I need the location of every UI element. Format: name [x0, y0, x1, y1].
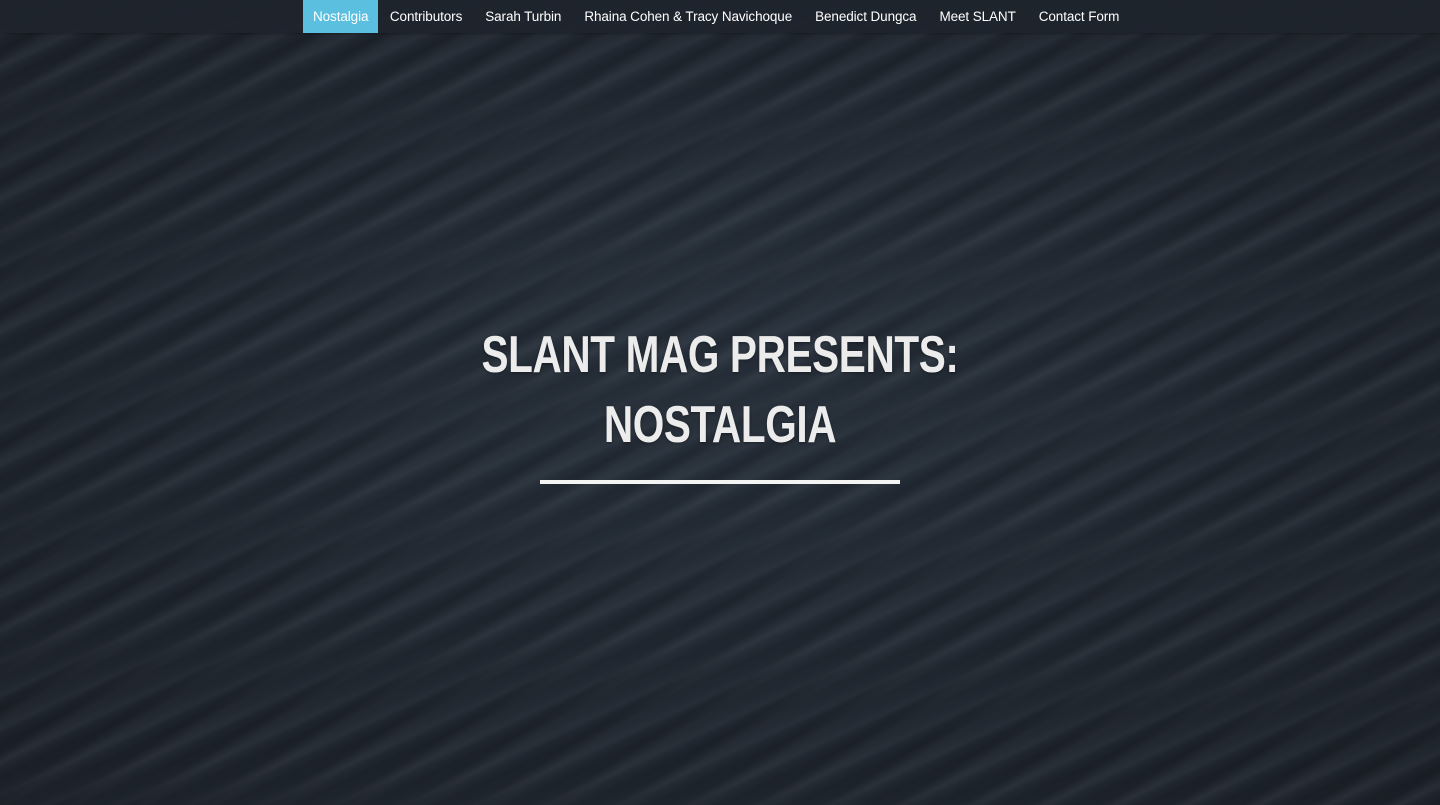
top-navigation-bar: Nostalgia Contributors Sarah Turbin Rhai… — [0, 0, 1440, 33]
nav-menu: Nostalgia Contributors Sarah Turbin Rhai… — [303, 0, 1131, 33]
hero-divider — [540, 480, 900, 484]
nav-item-benedict-dungca[interactable]: Benedict Dungca — [804, 0, 928, 33]
nav-item-sarah-turbin[interactable]: Sarah Turbin — [474, 0, 573, 33]
nav-item-meet-slant[interactable]: Meet SLANT — [928, 0, 1027, 33]
nav-item-contact-form[interactable]: Contact Form — [1027, 0, 1131, 33]
nav-item-nostalgia[interactable]: Nostalgia — [303, 0, 379, 33]
hero-title-line-1: SLANT MAG PRESENTS: — [481, 326, 959, 384]
hero-title-line-2: NOSTALGIA — [603, 396, 837, 454]
nav-item-contributors[interactable]: Contributors — [378, 0, 473, 33]
nav-item-rhaina-cohen-tracy-navichoque[interactable]: Rhaina Cohen & Tracy Navichoque — [573, 0, 804, 33]
hero-title: SLANT MAG PRESENTS: NOSTALGIA — [158, 320, 1281, 460]
hero-section: SLANT MAG PRESENTS: NOSTALGIA — [0, 320, 1440, 484]
